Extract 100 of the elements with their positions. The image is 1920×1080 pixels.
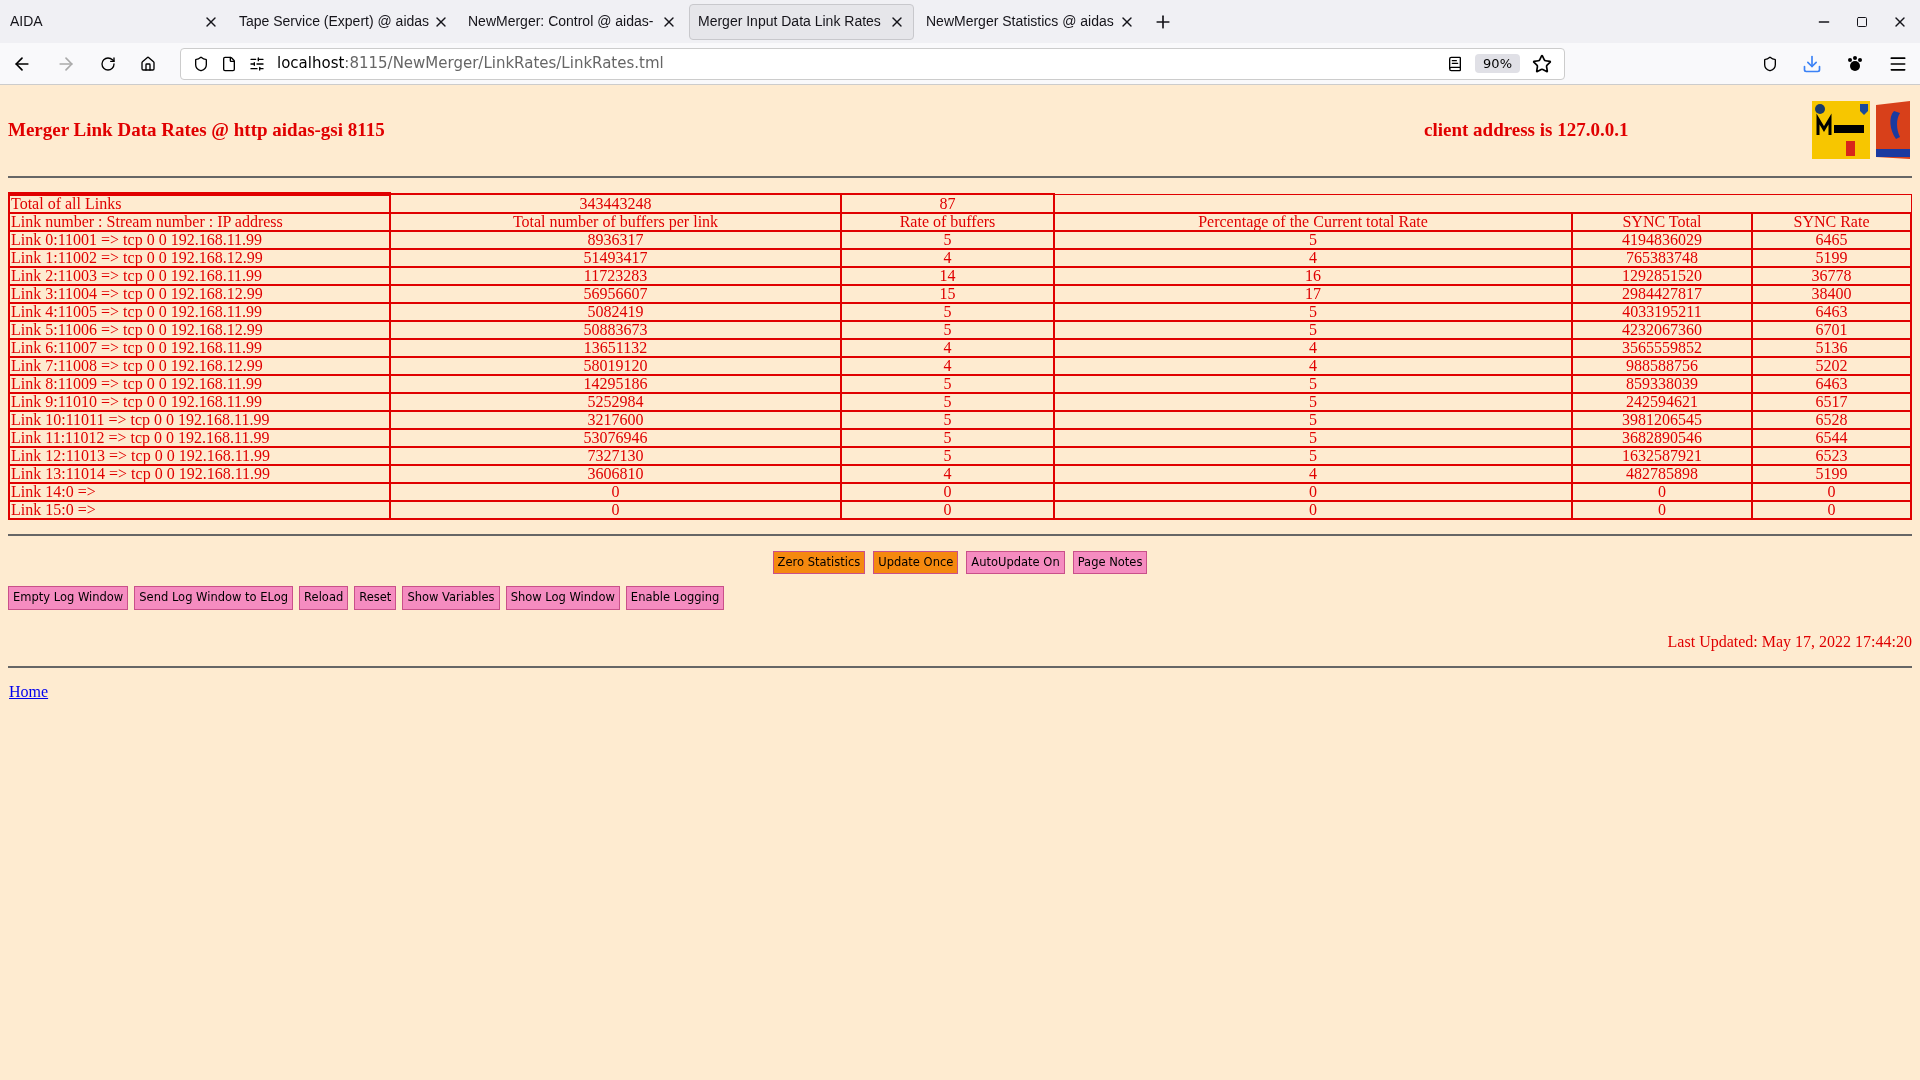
- table-cell: 5: [841, 375, 1054, 393]
- browser-tab[interactable]: Tape Service (Expert) @ aidas: [231, 3, 456, 40]
- table-cell: 0: [841, 501, 1054, 519]
- table-cell: 50883673: [390, 321, 841, 339]
- table-cell: 343443248: [390, 194, 841, 213]
- table-cell: 36778: [1752, 267, 1911, 285]
- browser-tab[interactable]: NewMerger Statistics @ aidas: [918, 3, 1143, 40]
- action-button[interactable]: Update Once: [873, 551, 959, 575]
- table-cell: 5202: [1752, 357, 1911, 375]
- table-cell: 5136: [1752, 339, 1911, 357]
- table-cell: 1292851520: [1572, 267, 1752, 285]
- table-cell: 3682890546: [1572, 429, 1752, 447]
- table-cell: 6528: [1752, 411, 1911, 429]
- url-text: localhost:8115/NewMerger/LinkRates/LinkRates.tml: [277, 53, 664, 75]
- home-icon[interactable]: [140, 55, 156, 72]
- page-title: Merger Link Data Rates @ http aidas-gsi 8115: [8, 117, 386, 142]
- table-cell: 4: [1054, 339, 1572, 357]
- table-cell: Link 2:11003 => tcp 0 0 192.168.11.99: [9, 267, 390, 285]
- table-cell: 6463: [1752, 303, 1911, 321]
- table-cell: Link 14:0 =>: [9, 483, 390, 501]
- log-button[interactable]: Enable Logging: [625, 586, 725, 610]
- bookmark-star-icon[interactable]: [1532, 53, 1552, 74]
- table-cell: 5: [841, 321, 1054, 339]
- reader-view-icon[interactable]: [1447, 55, 1464, 72]
- permissions-icon[interactable]: [249, 55, 265, 72]
- table-cell: 53076946: [390, 429, 841, 447]
- table-cell: 0: [1752, 483, 1911, 501]
- column-header: Total number of buffers per link: [390, 213, 841, 231]
- table-cell: 5: [1054, 321, 1572, 339]
- table-cell: 4: [1054, 357, 1572, 375]
- column-header: SYNC Rate: [1752, 213, 1911, 231]
- table-cell: 3981206545: [1572, 411, 1752, 429]
- table-cell: 6465: [1752, 231, 1911, 249]
- table-cell: 5: [841, 411, 1054, 429]
- browser-tab[interactable]: AIDA: [2, 3, 227, 40]
- action-button[interactable]: AutoUpdate On: [966, 551, 1065, 575]
- table-cell: Link 0:11001 => tcp 0 0 192.168.11.99: [9, 231, 390, 249]
- table-cell: Link 4:11005 => tcp 0 0 192.168.11.99: [9, 303, 390, 321]
- table-cell: 3565559852: [1572, 339, 1752, 357]
- table-cell: 4: [841, 249, 1054, 267]
- table-cell: 4194836029: [1572, 231, 1752, 249]
- table-cell: 5: [841, 303, 1054, 321]
- column-header: Percentage of the Current total Rate: [1054, 213, 1572, 231]
- log-button[interactable]: Reset: [354, 586, 397, 610]
- table-cell: 0: [1054, 483, 1572, 501]
- last-updated: Last Updated: May 17, 2022 17:44:20: [1667, 631, 1912, 653]
- table-cell: 0: [1572, 483, 1752, 501]
- log-button[interactable]: Show Variables: [402, 586, 500, 610]
- table-cell: 5: [841, 447, 1054, 465]
- log-button[interactable]: Reload: [299, 586, 349, 610]
- table-cell: 5: [841, 393, 1054, 411]
- maximize-icon[interactable]: [1856, 15, 1868, 28]
- address-bar[interactable]: localhost:8115/NewMerger/LinkRates/LinkRates.tml 90%: [180, 47, 1565, 80]
- table-cell: 7327130: [390, 447, 841, 465]
- table-cell: 6544: [1752, 429, 1911, 447]
- table-cell: Link 13:11014 => tcp 0 0 192.168.11.99: [9, 465, 390, 483]
- paw-icon[interactable]: [1846, 54, 1864, 73]
- table-cell: 988588756: [1572, 357, 1752, 375]
- table-cell: 38400: [1752, 285, 1911, 303]
- table-cell: 4: [1054, 249, 1572, 267]
- table-cell: 5: [1054, 411, 1572, 429]
- table-cell: 0: [1752, 501, 1911, 519]
- browser-tab[interactable]: NewMerger: Control @ aidas-: [460, 3, 685, 40]
- table-cell: 4: [841, 339, 1054, 357]
- table-cell: 5082419: [390, 303, 841, 321]
- download-icon[interactable]: [1802, 53, 1822, 74]
- table-cell: 87: [841, 194, 1054, 213]
- home-link[interactable]: Home: [9, 682, 49, 700]
- log-button[interactable]: Show Log Window: [505, 586, 620, 610]
- log-button[interactable]: Send Log Window to ELog: [134, 586, 294, 610]
- table-cell: 5: [841, 429, 1054, 447]
- table-cell: 0: [841, 483, 1054, 501]
- column-header: Rate of buffers: [841, 213, 1054, 231]
- table-cell: Link 3:11004 => tcp 0 0 192.168.12.99: [9, 285, 390, 303]
- table-cell: 5199: [1752, 465, 1911, 483]
- log-button[interactable]: Empty Log Window: [8, 586, 129, 610]
- table-cell: 6517: [1752, 393, 1911, 411]
- action-button[interactable]: Page Notes: [1072, 551, 1148, 575]
- table-cell: 6701: [1752, 321, 1911, 339]
- reload-icon[interactable]: [100, 55, 116, 72]
- table-cell: 4033195211: [1572, 303, 1752, 321]
- table-cell: Link 5:11006 => tcp 0 0 192.168.12.99: [9, 321, 390, 339]
- table-cell: 5: [1054, 375, 1572, 393]
- table-cell: 58019120: [390, 357, 841, 375]
- table-cell: 56956607: [390, 285, 841, 303]
- table-cell: 4232067360: [1572, 321, 1752, 339]
- browser-tab[interactable]: Merger Input Data Link Rates: [689, 3, 914, 40]
- table-cell: 765383748: [1572, 249, 1752, 267]
- logo-icon: [1874, 101, 1912, 159]
- table-cell: 4: [841, 357, 1054, 375]
- zoom-level[interactable]: 90%: [1475, 53, 1520, 74]
- table-cell: 51493417: [390, 249, 841, 267]
- table-cell: 5199: [1752, 249, 1911, 267]
- table-cell: Link 10:11011 => tcp 0 0 192.168.11.99: [9, 411, 390, 429]
- table-cell: 1632587921: [1572, 447, 1752, 465]
- column-header: SYNC Total: [1572, 213, 1752, 231]
- client-address: client address is 127.0.0.1: [1424, 117, 1629, 142]
- table-cell: Total of all Links: [9, 194, 390, 213]
- table-cell: 4: [841, 465, 1054, 483]
- action-button[interactable]: Zero Statistics: [772, 551, 866, 575]
